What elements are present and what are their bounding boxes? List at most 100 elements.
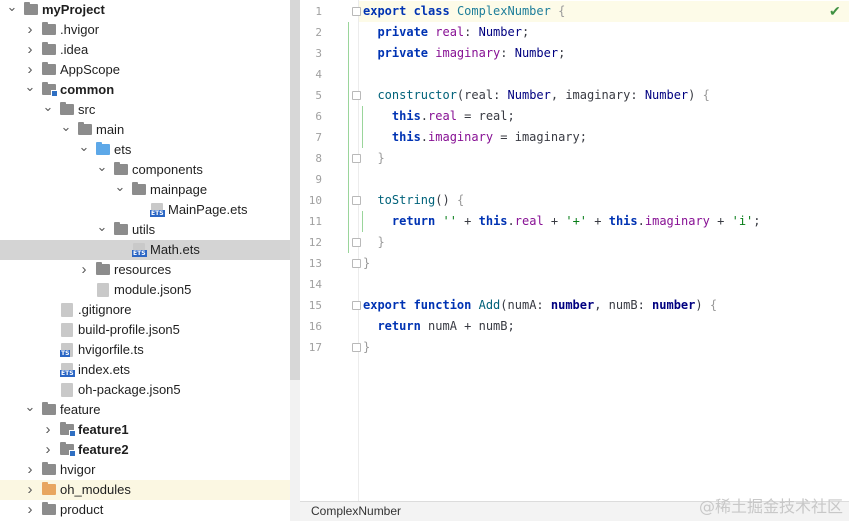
chevron-down-icon[interactable]: ⌄	[24, 400, 36, 420]
folder-icon	[42, 42, 56, 55]
code-line: private imaginary: Number;	[363, 46, 566, 60]
chevron-down-icon[interactable]: ⌄	[114, 180, 126, 200]
file-ets-icon: ETS	[150, 203, 165, 217]
tree-item[interactable]: › AppScope	[0, 60, 290, 80]
tree-item[interactable]: ETS MainPage.ets	[0, 200, 290, 220]
code-editor[interactable]: 1 2 3 4 5 6 7 8 9 10 11 12 13 14 15 16 17 export class C…	[300, 0, 849, 501]
tree-item[interactable]: ETS index.ets	[0, 360, 290, 380]
tree-item-label: mainpage	[150, 182, 208, 197]
folder-icon	[42, 482, 56, 495]
breadcrumb-item[interactable]: ComplexNumber	[311, 504, 401, 518]
tree-item[interactable]: ETS Math.ets	[0, 240, 290, 260]
code-line: private real: Number;	[363, 25, 530, 39]
tree-item-label: feature1	[78, 422, 129, 437]
line-number: 4	[315, 68, 322, 81]
tree-item[interactable]: .gitignore	[0, 300, 290, 320]
chevron-down-icon[interactable]: ⌄	[96, 220, 108, 240]
folder-icon	[42, 462, 56, 475]
tree-item[interactable]: › feature2	[0, 440, 290, 460]
file-generic-icon	[61, 303, 73, 317]
chevron-right-icon[interactable]: ›	[42, 420, 54, 440]
tree-item-label: product	[60, 502, 104, 517]
code-line: this.real = real;	[363, 109, 515, 123]
chevron-right-icon[interactable]: ›	[24, 60, 36, 80]
code-line: toString() {	[363, 193, 465, 207]
folder-icon	[42, 62, 56, 75]
tree-item-label: utils	[132, 222, 156, 237]
tree-item-label: oh-package.json5	[78, 382, 181, 397]
tree-item[interactable]: › .idea	[0, 40, 290, 60]
project-tree[interactable]: ⌄ myProject › .hvigor › .idea › AppScope ⌄ common…	[0, 0, 290, 521]
folder-icon	[96, 262, 110, 275]
chevron-right-icon[interactable]: ›	[24, 480, 36, 500]
tree-item[interactable]: ⌄ components	[0, 160, 290, 180]
fold-icon[interactable]	[352, 154, 361, 163]
chevron-right-icon[interactable]: ›	[24, 500, 36, 520]
tree-item-label: build-profile.json5	[78, 322, 180, 337]
file-json-icon	[61, 383, 73, 397]
tree-item[interactable]: oh-package.json5	[0, 380, 290, 400]
tree-item[interactable]: › resources	[0, 260, 290, 280]
code-line: constructor(real: Number, imaginary: Num…	[363, 88, 710, 102]
tree-scrollbar-track[interactable]	[290, 380, 300, 521]
tree-item[interactable]: ⌄ feature	[0, 400, 290, 420]
chevron-down-icon[interactable]: ⌄	[24, 80, 36, 100]
code-line: }	[363, 235, 385, 249]
tree-item-label: feature	[60, 402, 101, 417]
chevron-right-icon[interactable]: ›	[24, 460, 36, 480]
code-line: this.imaginary = imaginary;	[363, 130, 587, 144]
tree-item-label: hvigorfile.ts	[78, 342, 144, 357]
chevron-right-icon[interactable]: ›	[24, 20, 36, 40]
line-number: 2	[315, 26, 322, 39]
tree-item[interactable]: ⌄ src	[0, 100, 290, 120]
chevron-down-icon[interactable]: ⌄	[78, 140, 90, 160]
tree-item[interactable]: ⌄ common	[0, 80, 290, 100]
fold-icon[interactable]	[352, 343, 361, 352]
tree-item[interactable]: › hvigor	[0, 460, 290, 480]
chevron-right-icon[interactable]: ›	[42, 440, 54, 460]
fold-icon[interactable]	[352, 259, 361, 268]
tree-item[interactable]: ⌄ main	[0, 120, 290, 140]
tree-item[interactable]: ⌄ ets	[0, 140, 290, 160]
tree-item-label: main	[96, 122, 125, 137]
tree-item[interactable]: › product	[0, 500, 290, 520]
chevron-down-icon[interactable]: ⌄	[42, 100, 54, 120]
fold-icon[interactable]	[352, 238, 361, 247]
code-line: export class ComplexNumber {	[363, 4, 566, 18]
fold-icon[interactable]	[352, 301, 361, 310]
tree-item[interactable]: build-profile.json5	[0, 320, 290, 340]
file-json-icon	[97, 283, 109, 297]
tree-item-label: .hvigor	[60, 22, 100, 37]
check-icon[interactable]: ✔	[829, 4, 843, 18]
code-line: }	[363, 256, 371, 270]
line-number: 8	[315, 152, 322, 165]
fold-icon[interactable]	[352, 7, 361, 16]
tree-item[interactable]: ⌄ mainpage	[0, 180, 290, 200]
tree-item[interactable]: › oh_modules	[0, 480, 290, 500]
tree-item[interactable]: TS hvigorfile.ts	[0, 340, 290, 360]
chevron-right-icon[interactable]: ›	[24, 40, 36, 60]
tree-item[interactable]: › .hvigor	[0, 20, 290, 40]
chevron-down-icon[interactable]: ⌄	[96, 160, 108, 180]
file-json-icon	[61, 323, 73, 337]
tree-item[interactable]: module.json5	[0, 280, 290, 300]
tree-item-label: ets	[114, 142, 132, 157]
chevron-right-icon[interactable]: ›	[78, 260, 90, 280]
tree-item[interactable]: › feature1	[0, 420, 290, 440]
fold-icon[interactable]	[352, 91, 361, 100]
line-number: 15	[308, 299, 322, 312]
folder-icon	[42, 402, 56, 415]
tree-item-label: .idea	[60, 42, 89, 57]
line-number: 9	[315, 173, 322, 186]
folder-icon	[114, 222, 128, 235]
line-number: 10	[308, 194, 322, 207]
indent-guide	[362, 106, 363, 148]
tree-scrollbar-thumb[interactable]	[290, 0, 300, 380]
chevron-down-icon[interactable]: ⌄	[60, 120, 72, 140]
fold-icon[interactable]	[352, 196, 361, 205]
tree-item[interactable]: ⌄ myProject	[0, 0, 290, 20]
line-number: 1	[315, 5, 322, 18]
watermark: @稀土掘金技术社区	[698, 497, 843, 516]
chevron-down-icon[interactable]: ⌄	[6, 0, 18, 20]
tree-item[interactable]: ⌄ utils	[0, 220, 290, 240]
